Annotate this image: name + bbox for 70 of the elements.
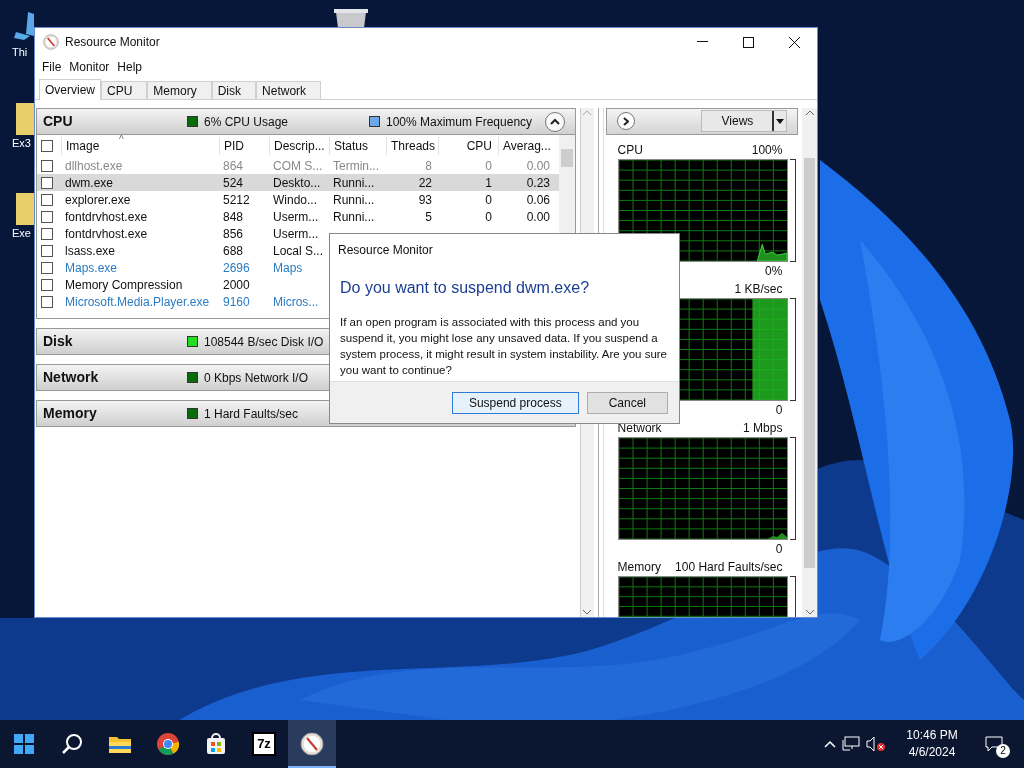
table-cell-text: 0.00 <box>525 208 551 226</box>
table-cell-text: 848 <box>222 208 245 226</box>
dialog-heading: Do you want to suspend dwm.exe? <box>339 278 591 298</box>
section-stat: 6% CPU Usage <box>204 113 289 131</box>
graph-max-label: 1 Mbps <box>743 419 783 437</box>
graph-label: Memory <box>617 558 661 576</box>
window-title: Resource Monitor <box>65 34 160 51</box>
table-cell-text: Maps <box>272 259 304 277</box>
table-cell-text: 93 <box>417 191 433 209</box>
table-cell-text: Deskto... <box>272 174 322 192</box>
table-cell-text: Maps.exe <box>64 259 119 277</box>
table-cell-text: Userm... <box>272 225 320 243</box>
section-title: Memory <box>43 404 98 423</box>
table-cell-text: Microsoft.Media.Player.exe <box>64 293 211 311</box>
table-cell-text: 8 <box>424 157 433 175</box>
table-cell-text: 688 <box>222 242 245 260</box>
sort-caret: ^ <box>119 135 124 145</box>
table-cell-text: Userm... <box>272 208 320 226</box>
table-cell-text: fontdrvhost.exe <box>64 225 149 243</box>
section-stat: 1 Hard Faults/sec <box>204 405 299 423</box>
table-cell-text: 0 <box>484 191 493 209</box>
table-cell-text: Runni... <box>332 174 376 192</box>
section-title: Disk <box>43 332 74 351</box>
desktop-icon-label: Exe <box>11 226 31 241</box>
table-cell-text: dllhost.exe <box>64 157 124 175</box>
section-title: Network <box>43 368 100 387</box>
desktop-icon-label: Thi <box>11 45 28 60</box>
dialog-title: Resource Monitor <box>337 242 434 259</box>
table-cell-text: COM S... <box>272 157 324 175</box>
section-stat: 100% Maximum Frequency <box>386 113 533 131</box>
section-stat: 108544 B/sec Disk I/O <box>204 333 324 351</box>
table-cell-text: 1 <box>484 174 493 192</box>
graph-label: Network <box>617 419 662 437</box>
table-cell-text: 524 <box>222 174 245 192</box>
table-cell-text: Runni... <box>332 208 376 226</box>
graph-label: CPU <box>617 141 643 159</box>
section-stat: 0 Kbps Network I/O <box>204 369 309 387</box>
table-cell-text: 864 <box>222 157 245 175</box>
desktop-icon-label: Ex3 <box>11 135 31 151</box>
table-cell-text: Termin... <box>332 157 380 175</box>
table-cell-text: 9160 <box>222 293 251 311</box>
table-cell-text: 0 <box>484 208 493 226</box>
table-cell-text: 0 <box>484 157 493 175</box>
table-cell-text: Micros... <box>272 293 320 311</box>
table-cell-text: 0.00 <box>525 157 551 175</box>
section-title: CPU <box>43 112 74 131</box>
graph-max-label: 1 KB/sec <box>734 280 783 298</box>
table-cell-text: 5 <box>424 208 433 226</box>
table-cell-text: Windo... <box>272 191 318 209</box>
graph-max-label: 100% <box>751 141 783 159</box>
graph-min-label: 0 <box>775 540 783 558</box>
table-cell-text: 0.06 <box>525 191 551 209</box>
table-cell-text: Memory Compression <box>64 276 184 294</box>
graph-min-label: 0 <box>775 401 783 419</box>
table-cell-text: Local S... <box>272 242 325 260</box>
table-cell-text: 2000 <box>222 276 251 294</box>
table-cell-text: 2696 <box>222 259 251 277</box>
graph-max-label: 100 Hard Faults/sec <box>675 558 783 576</box>
table-cell-text: 0.23 <box>525 174 551 192</box>
table-cell-text: 5212 <box>222 191 251 209</box>
archive-app-label: 7z <box>252 732 276 756</box>
graph-min-label: 0% <box>765 262 783 280</box>
table-cell-text: 22 <box>417 174 433 192</box>
table-cell-text: 856 <box>222 225 245 243</box>
table-cell-text: lsass.exe <box>64 242 117 260</box>
table-cell-text: dwm.exe <box>64 174 115 192</box>
notification-count: 2 <box>996 744 1010 758</box>
table-cell-text: fontdrvhost.exe <box>64 208 149 226</box>
table-cell-text: explorer.exe <box>64 191 132 209</box>
table-cell-text: Runni... <box>332 191 376 209</box>
